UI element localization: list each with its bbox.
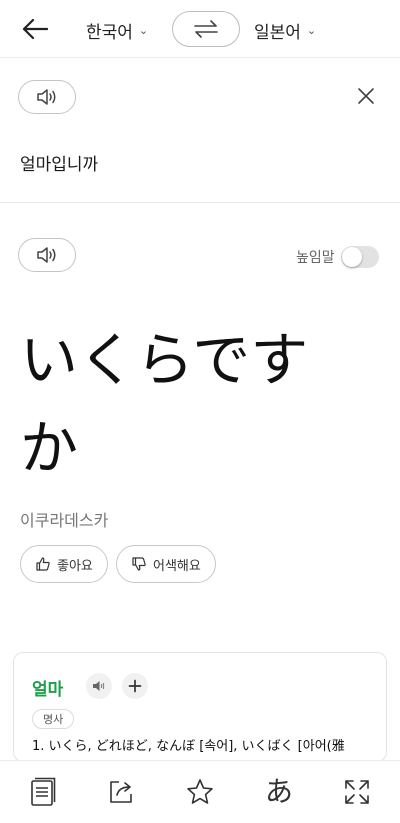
source-panel: 얼마입니까 [0,58,400,203]
pronunciation-text: 이쿠라데스카 [20,511,109,530]
chevron-down-icon: ⌄ [306,24,317,37]
thumbs-down-icon [132,557,146,571]
top-bar: 한국어 ⌄ 일본어 ⌄ [0,0,400,58]
feedback-row: 좋아요 어색해요 [20,545,216,583]
source-language-label: 한국어 [86,23,133,43]
dislike-button[interactable]: 어색해요 [116,545,216,583]
star-icon[interactable] [183,775,217,809]
translated-text: いくらですか [20,326,309,482]
hiragana-keyboard-icon[interactable]: あ [262,775,296,809]
target-language-label: 일본어 [254,23,301,43]
target-language-select[interactable]: 일본어 ⌄ [254,18,316,43]
toggle-knob [341,247,362,267]
notes-icon[interactable] [26,775,60,809]
fullscreen-icon[interactable] [340,775,374,809]
add-to-wordbook-button[interactable] [122,673,148,699]
dictionary-audio-button[interactable] [86,673,112,699]
definition-text: 1. いくら, どれほど, なんぼ [속어], いくばく [아어(雅 [32,739,345,754]
speaker-icon [93,681,105,691]
hiragana-glyph: あ [264,775,293,808]
honorific-toggle[interactable] [340,246,379,268]
translation-card: 높임말 いくらですか 이쿠라데스카 좋아요 어색해요 [4,216,396,636]
share-icon[interactable] [104,775,138,809]
close-icon[interactable] [354,84,378,108]
bottom-toolbar: あ [0,760,400,823]
honorific-switch[interactable]: 높임말 [296,246,379,268]
thumbs-up-icon [36,557,50,571]
swap-icon [194,20,218,38]
source-language-select[interactable]: 한국어 ⌄ [86,18,148,43]
like-label: 좋아요 [57,558,93,574]
dictionary-card[interactable]: 얼마 명사 1. いくら, どれほど, なんぼ [속어], いくばく [아어(雅 [13,652,387,762]
plus-icon [128,679,142,693]
back-arrow-icon[interactable] [20,14,50,44]
part-of-speech-badge: 명사 [32,709,75,729]
dictionary-word[interactable]: 얼마 [32,675,63,700]
honorific-label: 높임말 [296,250,335,266]
dislike-label: 어색해요 [153,558,201,574]
target-speaker-button[interactable] [18,238,76,272]
speaker-icon [37,89,56,105]
speaker-icon [37,247,56,263]
chevron-down-icon: ⌄ [138,24,149,37]
source-text[interactable]: 얼마입니까 [20,150,98,175]
like-button[interactable]: 좋아요 [20,545,108,583]
swap-languages-button[interactable] [172,11,240,47]
source-speaker-button[interactable] [18,80,76,114]
